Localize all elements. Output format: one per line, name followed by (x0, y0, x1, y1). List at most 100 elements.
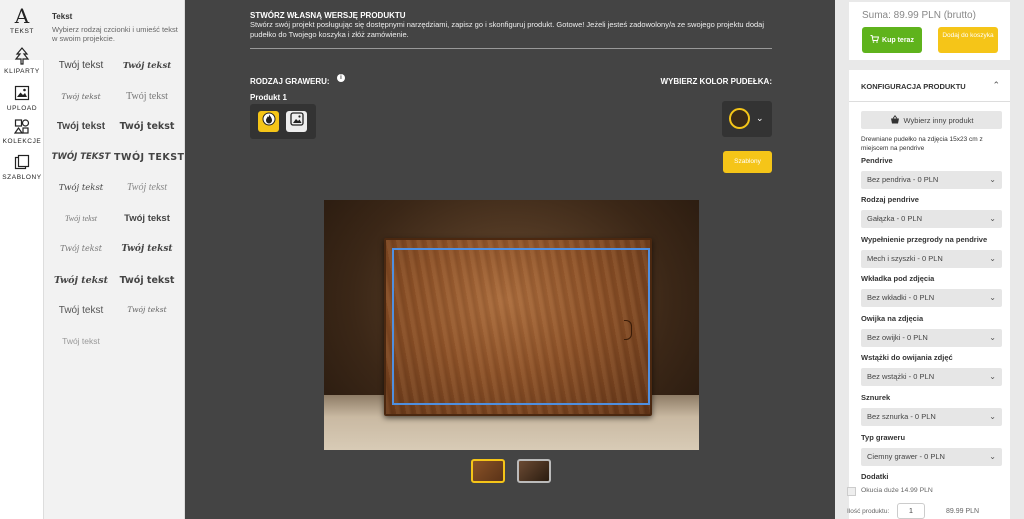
select-value: Bez sznurka - 0 PLN (867, 412, 936, 421)
quantity-input[interactable]: 1 (897, 503, 925, 519)
font-sample[interactable]: Twój tekst (114, 61, 180, 71)
chevron-down-icon: ⌄ (989, 254, 996, 263)
field-label-compartment-fill: Wypełnienie przegrody na pendrive (861, 235, 988, 244)
cart-icon (870, 35, 880, 45)
panel-title: Tekst (52, 12, 73, 21)
font-sample[interactable]: TWÓJ TEKST (48, 152, 114, 162)
field-label-pendrive-type: Rodzaj pendrive (861, 195, 919, 204)
text-panel: Tekst Wybierz rodzaj czcionki i umieść t… (44, 0, 185, 519)
preview-thumbnail-1[interactable] (471, 459, 505, 483)
font-sample[interactable]: Twój tekst (114, 182, 180, 193)
font-sample[interactable]: Twój tekst (48, 244, 114, 253)
buy-now-label: Kup teraz (882, 36, 914, 44)
font-sample[interactable]: Twój tekst (48, 60, 114, 71)
chevron-down-icon: ⌄ (989, 372, 996, 381)
field-label-engraving-type: Typ graweru (861, 433, 906, 442)
order-panel: Suma: 89.99 PLN (brutto) Kup teraz Dodaj… (835, 0, 1024, 519)
preview-thumbnail-2[interactable] (517, 459, 551, 483)
engraving-type-selector (250, 104, 316, 139)
choose-other-label: Wybierz inny produkt (903, 115, 974, 125)
rail-label: KOLEKCJE (2, 138, 42, 145)
divider (250, 48, 772, 49)
rail-item-templates[interactable]: SZABLONY (0, 146, 44, 206)
field-label-pendrive: Pendrive (861, 156, 893, 165)
select-value: Gałązka - 0 PLN (867, 214, 923, 223)
font-sample[interactable]: TWÓJ TEKST (114, 152, 184, 163)
extra-option-checkbox[interactable] (847, 487, 856, 496)
price-sum: Suma: 89.99 PLN (brutto) (862, 10, 976, 21)
font-sample[interactable]: Twój tekst (114, 91, 180, 102)
panel-description: Wybierz rodzaj czcionki i umieść tekst w… (52, 25, 178, 43)
font-sample[interactable]: Twój tekst (114, 275, 180, 286)
rail-label: SZABLONY (2, 174, 42, 181)
chevron-down-icon: ⌄ (989, 412, 996, 421)
engraving-area[interactable] (392, 248, 650, 405)
flame-icon (262, 112, 276, 131)
select-value: Mech i szyszki - 0 PLN (867, 254, 943, 263)
font-sample[interactable]: Twój tekst (48, 305, 114, 316)
select-value: Bez wkładki - 0 PLN (867, 293, 935, 302)
image-icon (289, 112, 304, 131)
engraving-burn-button[interactable] (258, 111, 279, 132)
box-color-label: WYBIERZ KOLOR PUDEŁKA: (660, 77, 772, 86)
select-value: Bez pendriva - 0 PLN (867, 175, 939, 184)
choose-other-product-button[interactable]: Wybierz inny produkt (861, 111, 1002, 129)
field-label-string: Sznurek (861, 393, 891, 402)
extras-label: Dodatki (861, 472, 889, 481)
add-to-cart-button[interactable]: Dodaj do koszyka (938, 27, 998, 53)
quantity-price: 89.99 PLN (946, 508, 980, 515)
font-sample[interactable]: Twój tekst (114, 213, 180, 224)
engraving-type-label: RODZAJ GRAWERU: (250, 77, 330, 86)
chevron-down-icon: ⌄ (989, 452, 996, 461)
product-configuration: KONFIGURACJA PRODUKTU ⌃ Wybierz inny pro… (849, 70, 1010, 519)
basket-icon (890, 114, 900, 126)
tree-icon (14, 46, 30, 66)
select-value: Bez owijki - 0 PLN (867, 333, 928, 342)
font-sample[interactable]: Twój tekst (48, 336, 114, 346)
font-sample[interactable]: Twój tekst (114, 121, 180, 132)
font-sample[interactable]: Twój tekst (48, 275, 114, 286)
add-to-cart-label: Dodaj do koszyka (942, 32, 994, 39)
field-label-ribbons: Wstążki do owijania zdjęć (861, 353, 953, 362)
box-clasp (624, 320, 632, 340)
color-swatch (729, 108, 750, 129)
quantity-label: Ilość produktu: (847, 508, 890, 515)
chevron-down-icon: ⌄ (989, 333, 996, 342)
select-value: Ciemny grawer - 0 PLN (867, 452, 945, 461)
page-title: STWÓRZ WŁASNĄ WERSJĘ PRODUKTU (250, 11, 406, 20)
field-label-photo-wrap: Owijka na zdjęcia (861, 314, 924, 323)
image-upload-icon (14, 83, 30, 103)
font-sample[interactable]: Twój tekst (48, 214, 114, 223)
select-photo-wrap[interactable]: Bez owijki - 0 PLN ⌄ (861, 329, 1002, 347)
product-preview (324, 200, 699, 450)
select-compartment-fill[interactable]: Mech i szyszki - 0 PLN ⌄ (861, 250, 1002, 268)
chevron-up-icon[interactable]: ⌃ (992, 80, 1000, 91)
font-sample[interactable]: Twój tekst (114, 244, 180, 254)
templates-icon (14, 152, 30, 172)
select-ribbons[interactable]: Bez wstążki - 0 PLN ⌄ (861, 368, 1002, 386)
chevron-down-icon: ⌄ (756, 113, 764, 123)
select-engraving-type[interactable]: Ciemny grawer - 0 PLN ⌄ (861, 448, 1002, 466)
rail-label: KLIPARTY (4, 68, 40, 75)
templates-button[interactable]: Szablony (723, 151, 772, 173)
box-color-select[interactable]: ⌄ (722, 101, 772, 137)
font-sample[interactable]: Twój tekst (48, 183, 114, 193)
font-sample[interactable]: Twój tekst (48, 92, 114, 101)
select-pendrive-type[interactable]: Gałązka - 0 PLN ⌄ (861, 210, 1002, 228)
select-string[interactable]: Bez sznurka - 0 PLN ⌄ (861, 408, 1002, 426)
engraving-image-button[interactable] (286, 111, 307, 132)
chevron-down-icon: ⌄ (989, 214, 996, 223)
config-title: KONFIGURACJA PRODUKTU (861, 82, 966, 91)
buy-now-button[interactable]: Kup teraz (862, 27, 922, 53)
divider (849, 101, 1010, 102)
chevron-down-icon: ⌄ (989, 293, 996, 302)
select-pendrive[interactable]: Bez pendriva - 0 PLN ⌄ (861, 171, 1002, 189)
text-icon: A (14, 4, 30, 28)
font-sample[interactable]: Twój tekst (114, 305, 180, 314)
price-card: Suma: 89.99 PLN (brutto) Kup teraz Dodaj… (849, 2, 1010, 60)
font-sample[interactable]: Twój tekst (48, 121, 114, 132)
extra-option-label: Okucia duże 14.99 PLN (861, 487, 933, 494)
select-photo-insert[interactable]: Bez wkładki - 0 PLN ⌄ (861, 289, 1002, 307)
rail-label: TEKST (10, 28, 34, 35)
info-icon[interactable]: i (337, 74, 345, 82)
